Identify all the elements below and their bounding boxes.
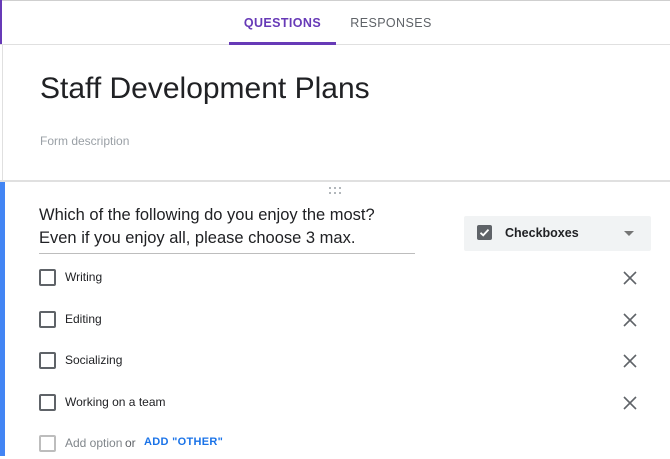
option-row: Socializing (0, 346, 670, 376)
add-option-input[interactable]: Add option (65, 436, 122, 450)
chevron-down-icon (624, 231, 634, 236)
close-icon[interactable] (622, 312, 638, 328)
question-title-line-1: Which of the following do you enjoy the … (39, 206, 375, 224)
option-row: Working on a team (0, 388, 670, 418)
accent-edge (0, 0, 2, 44)
checkbox-icon (39, 269, 56, 286)
question-card[interactable]: Which of the following do you enjoy the … (0, 182, 670, 456)
checkbox-icon (39, 435, 56, 452)
close-icon[interactable] (622, 270, 638, 286)
question-type-dropdown[interactable]: Checkboxes (464, 216, 651, 251)
form-description-input[interactable]: Form description (40, 134, 129, 148)
option-row: Writing (0, 263, 670, 293)
option-label-input[interactable]: Socializing (65, 353, 122, 367)
add-other-button[interactable]: ADD "OTHER" (144, 436, 223, 448)
option-label-input[interactable]: Working on a team (65, 395, 166, 409)
add-option-row: Add option or ADD "OTHER" (0, 429, 670, 459)
question-title-line-2: Even if you enjoy all, please choose 3 m… (39, 229, 356, 247)
form-title-input[interactable]: Staff Development Plans (40, 72, 370, 106)
drag-handle-icon[interactable] (329, 187, 345, 197)
form-header-card: Staff Development Plans Form description (2, 45, 670, 180)
or-label: or (125, 436, 136, 450)
checkbox-icon (39, 311, 56, 328)
question-title-input[interactable]: Which of the following do you enjoy the … (39, 204, 415, 254)
top-tab-bar: QUESTIONS RESPONSES (0, 0, 670, 45)
option-row: Editing (0, 305, 670, 335)
tab-questions[interactable]: QUESTIONS (229, 0, 336, 44)
option-label-input[interactable]: Editing (65, 312, 102, 326)
close-icon[interactable] (622, 395, 638, 411)
checkbox-icon (39, 352, 56, 369)
option-label-input[interactable]: Writing (65, 270, 102, 284)
close-icon[interactable] (622, 353, 638, 369)
checkbox-icon (39, 394, 56, 411)
checkbox-checked-icon (477, 225, 492, 240)
question-type-label: Checkboxes (505, 226, 579, 240)
tab-responses[interactable]: RESPONSES (346, 0, 436, 44)
